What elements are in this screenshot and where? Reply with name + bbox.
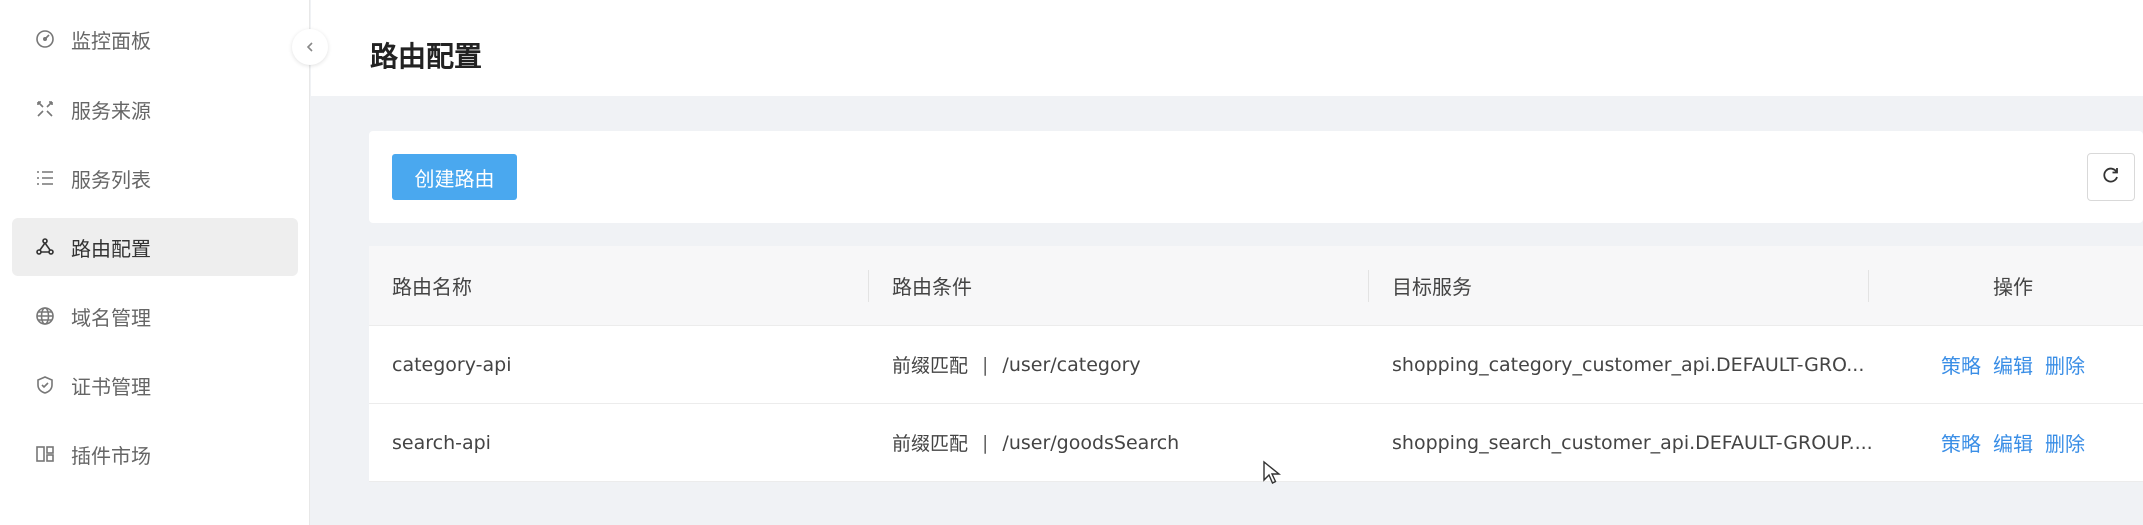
delete-link[interactable]: 删除 [2045,350,2085,379]
match-type: 前缀匹配 [892,433,969,455]
route-icon [34,236,56,258]
globe-icon [34,305,56,327]
policy-link[interactable]: 策略 [1941,428,1981,457]
sidebar-item-certificate[interactable]: 证书管理 [12,356,298,414]
table-row: search-api 前缀匹配 | /user/goodsSearch shop… [369,404,2143,482]
column-divider [1368,270,1369,302]
chevron-left-icon [304,38,316,57]
sidebar-item-service-source[interactable]: 服务来源 [12,80,298,138]
route-path: /user/category [1002,353,1141,376]
column-header-name: 路由名称 [392,275,472,299]
sidebar-item-label: 插件市场 [71,443,151,468]
dashboard-icon [34,28,56,50]
sidebar-item-label: 监控面板 [71,28,151,53]
route-table: 路由名称 路由条件 目标服务 操作 category-api 前缀匹配 | /u… [369,246,2143,482]
service-source-icon [34,98,56,120]
route-name: category-api [392,353,512,376]
sidebar-item-label: 服务列表 [71,167,151,192]
create-route-button[interactable]: 创建路由 [392,154,517,200]
policy-link[interactable]: 策略 [1941,350,1981,379]
sidebar-item-plugin-market[interactable]: 插件市场 [12,425,298,483]
route-condition: 前缀匹配 | /user/goodsSearch [892,404,1179,481]
route-path: /user/goodsSearch [1002,431,1180,454]
sidebar-item-dashboard[interactable]: 监控面板 [12,10,298,68]
route-name: search-api [392,431,491,454]
collapse-sidebar-button[interactable] [292,29,328,65]
sidebar-item-route-config[interactable]: 路由配置 [12,218,298,276]
edit-link[interactable]: 编辑 [1993,350,2033,379]
app: 监控面板 服务来源 服务列表 路由配置 域名管理 证书管理 插件市场 路由配置 … [0,0,2143,525]
column-header-target: 目标服务 [1392,275,1472,299]
sidebar-item-label: 域名管理 [71,305,151,330]
sidebar-item-label: 路由配置 [71,236,151,261]
refresh-icon [2101,165,2121,189]
table-row: category-api 前缀匹配 | /user/category shopp… [369,326,2143,404]
mouse-cursor-icon [1262,460,1284,486]
edit-link[interactable]: 编辑 [1993,428,2033,457]
toolbar: 创建路由 [369,131,2143,223]
column-divider [868,270,869,302]
sidebar-item-service-list[interactable]: 服务列表 [12,149,298,207]
refresh-button[interactable] [2087,153,2135,201]
column-header-actions: 操作 [1993,275,2033,299]
plugin-icon [34,443,56,465]
table-header: 路由名称 路由条件 目标服务 操作 [369,246,2143,326]
target-service: shopping_category_customer_api.DEFAULT-G… [1392,353,1865,376]
route-condition: 前缀匹配 | /user/category [892,326,1141,403]
shield-icon [34,374,56,396]
column-header-condition: 路由条件 [892,275,972,299]
separator: | [982,431,989,454]
sidebar-item-label: 服务来源 [71,98,151,123]
column-divider [1868,270,1869,302]
target-service: shopping_search_customer_api.DEFAULT-GRO… [1392,431,1873,454]
sidebar-item-label: 证书管理 [71,374,151,399]
row-actions: 策略 编辑 删除 [1941,326,2141,403]
sidebar: 监控面板 服务来源 服务列表 路由配置 域名管理 证书管理 插件市场 [0,0,310,525]
sidebar-item-domain[interactable]: 域名管理 [12,287,298,345]
separator: | [982,353,989,376]
list-icon [34,167,56,189]
page-header: 路由配置 [311,0,2143,96]
delete-link[interactable]: 删除 [2045,428,2085,457]
row-actions: 策略 编辑 删除 [1941,404,2141,481]
page-title: 路由配置 [370,40,483,73]
match-type: 前缀匹配 [892,355,969,377]
